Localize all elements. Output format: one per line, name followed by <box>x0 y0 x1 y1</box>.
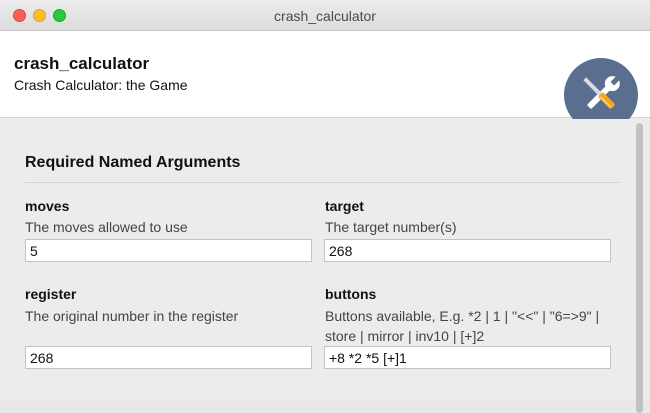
target-label: target <box>325 198 364 214</box>
scrollbar[interactable] <box>633 119 650 413</box>
moves-input[interactable] <box>25 239 312 262</box>
moves-label: moves <box>25 198 70 214</box>
register-help: The original number in the register <box>25 308 239 324</box>
buttons-input[interactable] <box>324 346 611 369</box>
buttons-label: buttons <box>325 286 377 302</box>
window-title: crash_calculator <box>274 8 376 24</box>
title-bar: crash_calculator <box>0 0 650 31</box>
target-input[interactable] <box>324 239 611 262</box>
app-description: Crash Calculator: the Game <box>14 77 188 93</box>
buttons-help: Buttons available, E.g. *2 | 1 | "<<" | … <box>325 308 600 344</box>
moves-help: The moves allowed to use <box>25 219 188 235</box>
target-help: The target number(s) <box>325 219 457 235</box>
scrollbar-thumb[interactable] <box>636 123 643 413</box>
section-title: Required Named Arguments <box>25 154 241 171</box>
app-name: crash_calculator <box>14 54 150 73</box>
arguments-panel: Required Named Arguments moves The moves… <box>0 119 650 413</box>
register-input[interactable] <box>25 346 312 369</box>
app-window: crash_calculator crash_calculator Crash … <box>0 0 650 413</box>
register-label: register <box>25 286 77 302</box>
app-header: crash_calculator Crash Calculator: the G… <box>0 31 650 132</box>
section-divider <box>25 182 620 183</box>
